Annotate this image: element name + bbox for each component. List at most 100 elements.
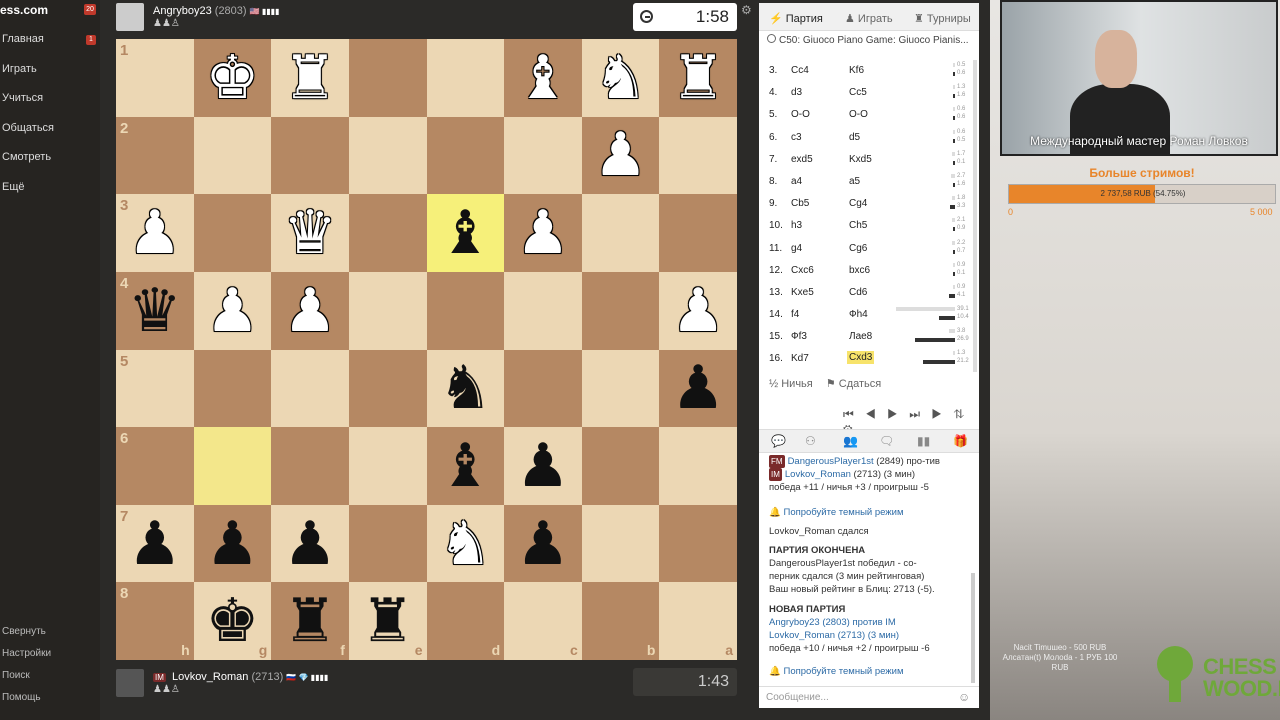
nav-home[interactable]: Главная (2, 33, 44, 45)
black-bishop-icon[interactable]: ♝ (438, 203, 492, 263)
black-bishop-icon[interactable]: ♝ (438, 436, 492, 496)
nav-social[interactable]: Общаться (2, 122, 54, 134)
board-square[interactable]: ♟ (193, 271, 272, 350)
tab-play[interactable]: ♟ Играть (845, 12, 893, 25)
board-square[interactable]: ♜ (271, 39, 349, 117)
board-square[interactable]: ♞ (426, 349, 505, 428)
board-settings-icon[interactable]: ⚙ (741, 3, 752, 17)
board-square[interactable] (271, 349, 349, 428)
board-square[interactable]: 1 (116, 39, 194, 117)
board-square[interactable] (348, 504, 427, 583)
board-square[interactable]: 4 ♛ (116, 271, 194, 350)
dark-mode-link[interactable]: 🔔 Попробуйте темный режим (769, 506, 969, 519)
white-move[interactable]: Фf3 (791, 331, 807, 342)
top-player-avatar[interactable] (116, 3, 144, 31)
white-move[interactable]: c3 (791, 132, 802, 143)
chess-board[interactable]: 1 ♚ ♜ ♝ ♞ ♜ 2 ♟ 3 ♟ ♛ ♝ ♟ 4 ♛ ♟ ♟ ♟ 5 ♞ ♟ 6 ♝ ♟ 7 ♟ ♟ ♟ ♞ ♟ 8 h g ♚ f ♜ e ♜ d c… (116, 39, 737, 660)
white-move[interactable]: Kd7 (791, 353, 809, 364)
chat-icon[interactable]: 💬 (771, 434, 786, 448)
chat-scrollbar[interactable] (971, 573, 975, 683)
black-move[interactable]: Cg4 (849, 198, 867, 209)
board-square[interactable] (348, 271, 427, 350)
white-knight-icon[interactable]: ♞ (438, 514, 492, 574)
black-move[interactable]: Kf6 (849, 65, 864, 76)
black-pawn-icon[interactable]: ♟ (283, 514, 337, 574)
board-square[interactable]: ♟ (271, 504, 349, 583)
top-player-name[interactable]: Angryboy23 (153, 5, 212, 17)
board-square[interactable]: c (504, 582, 582, 660)
board-square[interactable]: ♚ (193, 39, 272, 117)
stats-icon[interactable]: ▮▮ (917, 434, 930, 448)
board-square[interactable] (348, 39, 427, 117)
draw-button[interactable]: ½ Ничья (769, 378, 813, 390)
white-move[interactable]: Kxe5 (791, 287, 814, 298)
board-square[interactable] (659, 194, 737, 272)
black-knight-icon[interactable]: ♞ (438, 358, 492, 418)
nav-collapse[interactable]: Свернуть (2, 626, 46, 637)
nav-search[interactable]: Поиск (2, 670, 30, 681)
white-move[interactable]: a4 (791, 176, 802, 187)
board-square[interactable]: 2 (116, 116, 194, 195)
board-square[interactable] (193, 349, 272, 428)
board-square[interactable] (581, 427, 660, 505)
black-move[interactable]: Cc5 (849, 87, 867, 98)
board-square[interactable] (426, 116, 505, 195)
players-icon[interactable]: 👥 (843, 434, 858, 448)
black-pawn-icon[interactable]: ♟ (128, 514, 182, 574)
nav-play[interactable]: Играть (2, 63, 37, 75)
black-move[interactable]: Cd6 (849, 287, 867, 298)
resign-button[interactable]: Сдаться (839, 378, 881, 390)
chat-input[interactable]: Сообщение... ☺ (759, 686, 979, 708)
white-move[interactable]: d3 (791, 87, 802, 98)
nav-watch[interactable]: Смотреть (2, 151, 51, 163)
black-queen-icon[interactable]: ♛ (128, 281, 182, 341)
board-square[interactable] (271, 116, 349, 195)
binoculars-icon[interactable]: ⚇ (805, 434, 816, 448)
bottom-player-avatar[interactable] (116, 669, 144, 697)
white-pawn-icon[interactable]: ♟ (206, 281, 260, 341)
board-square[interactable] (271, 427, 349, 505)
tab-game[interactable]: ⚡ Партия (769, 12, 823, 25)
move-list[interactable]: 3. Cc4 Kf6 0.5 0.6 4. d3 Cc5 1.3 1.6 5. O-O O-O 0.6 0.… (759, 60, 973, 371)
white-move[interactable]: O-O (791, 109, 810, 120)
nav-more[interactable]: Ещё (2, 181, 25, 193)
board-square[interactable] (348, 427, 427, 505)
white-move[interactable]: g4 (791, 243, 802, 254)
board-square[interactable] (659, 504, 737, 583)
board-square[interactable]: a (659, 582, 737, 660)
board-square[interactable]: ♟ (659, 271, 737, 350)
black-move[interactable]: Cg6 (849, 243, 867, 254)
board-square[interactable] (504, 349, 582, 428)
board-square[interactable]: ♞ (426, 504, 505, 583)
black-move[interactable]: Ch5 (849, 220, 867, 231)
white-pawn-icon[interactable]: ♟ (594, 125, 648, 185)
black-move[interactable]: O-O (849, 109, 868, 120)
bottom-player-name[interactable]: Lovkov_Roman (172, 671, 248, 683)
black-move[interactable]: bxc6 (849, 265, 870, 276)
board-square[interactable]: 5 (116, 349, 194, 428)
white-rook-icon[interactable]: ♜ (671, 48, 725, 108)
board-square[interactable]: g ♚ (193, 582, 272, 660)
black-pawn-icon[interactable]: ♟ (671, 358, 725, 418)
black-move[interactable]: Фh4 (849, 309, 868, 320)
board-square[interactable]: 7 ♟ (116, 504, 194, 583)
board-square[interactable] (659, 427, 737, 505)
chat-user-link[interactable]: DangerousPlayer1st (788, 456, 874, 467)
board-square[interactable]: d (426, 582, 505, 660)
white-move[interactable]: Cb5 (791, 198, 809, 209)
board-square[interactable]: ♝ (504, 39, 582, 117)
board-square[interactable] (659, 116, 737, 195)
board-square[interactable] (581, 504, 660, 583)
board-square[interactable] (581, 194, 660, 272)
notifications-badge[interactable]: 20 (84, 4, 96, 15)
black-move[interactable]: Cxd3 (847, 351, 875, 365)
board-square[interactable] (426, 39, 505, 117)
gift-icon[interactable]: 🎁 (953, 434, 968, 448)
board-square[interactable] (193, 194, 272, 272)
white-pawn-icon[interactable]: ♟ (283, 281, 337, 341)
board-square[interactable] (504, 271, 582, 350)
black-rook-icon[interactable]: ♜ (283, 591, 337, 651)
board-square[interactable] (348, 194, 427, 272)
board-square[interactable] (348, 349, 427, 428)
white-pawn-icon[interactable]: ♟ (671, 281, 725, 341)
